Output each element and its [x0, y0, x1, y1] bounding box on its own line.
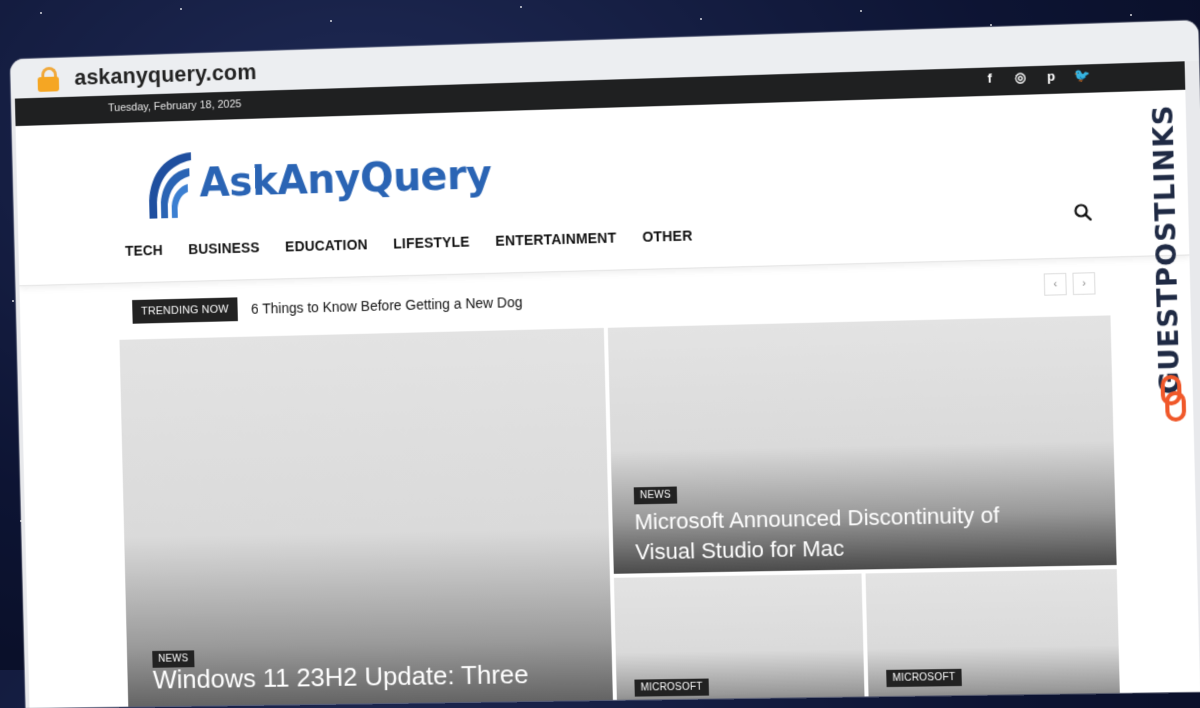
link-icon — [1159, 375, 1187, 422]
social-links: f ◎ p 🐦 — [981, 67, 1090, 87]
pinterest-icon[interactable]: p — [1043, 68, 1060, 85]
featured-card-top-right[interactable]: NEWS Microsoft Announced Discontinuity o… — [607, 315, 1117, 574]
card-category-tag[interactable]: MICROSOFT — [634, 678, 709, 697]
instagram-icon[interactable]: ◎ — [1012, 69, 1029, 86]
trending-bar: TRENDING NOW 6 Things to Know Before Get… — [132, 290, 523, 324]
featured-grid: NEWS Windows 11 23H2 Update: Three NEWS … — [119, 315, 1121, 708]
trending-headline[interactable]: 6 Things to Know Before Getting a New Do… — [251, 294, 523, 317]
url-text[interactable]: askanyquery.com — [74, 59, 257, 91]
guestpostlinks-badge: GUESTPOSTLINKS — [1145, 104, 1194, 428]
twitter-icon[interactable]: 🐦 — [1073, 67, 1090, 84]
nav-item-other[interactable]: OTHER — [642, 227, 693, 244]
window-dot-icon[interactable] — [1143, 20, 1157, 21]
logo-mark-icon — [148, 152, 193, 219]
current-date: Tuesday, February 18, 2025 — [107, 98, 242, 115]
nav-item-business[interactable]: BUSINESS — [188, 239, 260, 257]
browser-window: askanyquery.com Tuesday, February 18, 20… — [10, 20, 1200, 708]
window-dot-icon[interactable] — [1091, 20, 1106, 23]
window-dot-icon[interactable] — [1117, 20, 1131, 22]
search-icon — [1073, 202, 1094, 223]
web-page: Tuesday, February 18, 2025 f ◎ p 🐦 AskAn… — [14, 61, 1200, 708]
window-controls — [1091, 20, 1157, 23]
card-category-tag[interactable]: NEWS — [633, 486, 678, 505]
featured-card-bottom-right[interactable]: MICROSOFT — [865, 569, 1121, 708]
main-nav: TECH BUSINESS EDUCATION LIFESTYLE ENTERT… — [125, 227, 693, 258]
logo-text: AskAnyQuery — [198, 152, 492, 207]
facebook-icon[interactable]: f — [981, 70, 998, 87]
search-button[interactable] — [1073, 202, 1094, 228]
prev-arrow-icon[interactable]: ‹ — [1043, 272, 1067, 296]
site-logo[interactable]: AskAnyQuery — [144, 139, 492, 221]
card-category-tag[interactable]: MICROSOFT — [886, 668, 962, 688]
featured-card-bottom-left[interactable]: MICROSOFT — [613, 573, 866, 708]
next-arrow-icon[interactable]: › — [1072, 272, 1096, 296]
card-title[interactable]: Microsoft Announced Discontinuity of Vis… — [634, 499, 1061, 567]
card-title[interactable]: Windows 11 23H2 Update: Three — [153, 658, 587, 694]
featured-card-main[interactable]: NEWS Windows 11 23H2 Update: Three — [119, 327, 614, 708]
nav-item-tech[interactable]: TECH — [125, 242, 163, 259]
lock-icon — [37, 66, 60, 92]
trending-arrows: ‹ › — [1043, 272, 1096, 296]
nav-item-lifestyle[interactable]: LIFESTYLE — [393, 234, 470, 252]
badge-text: GUESTPOSTLINKS — [1147, 103, 1187, 395]
nav-item-entertainment[interactable]: ENTERTAINMENT — [495, 230, 616, 249]
nav-item-education[interactable]: EDUCATION — [285, 236, 368, 254]
trending-label: TRENDING NOW — [132, 297, 238, 324]
